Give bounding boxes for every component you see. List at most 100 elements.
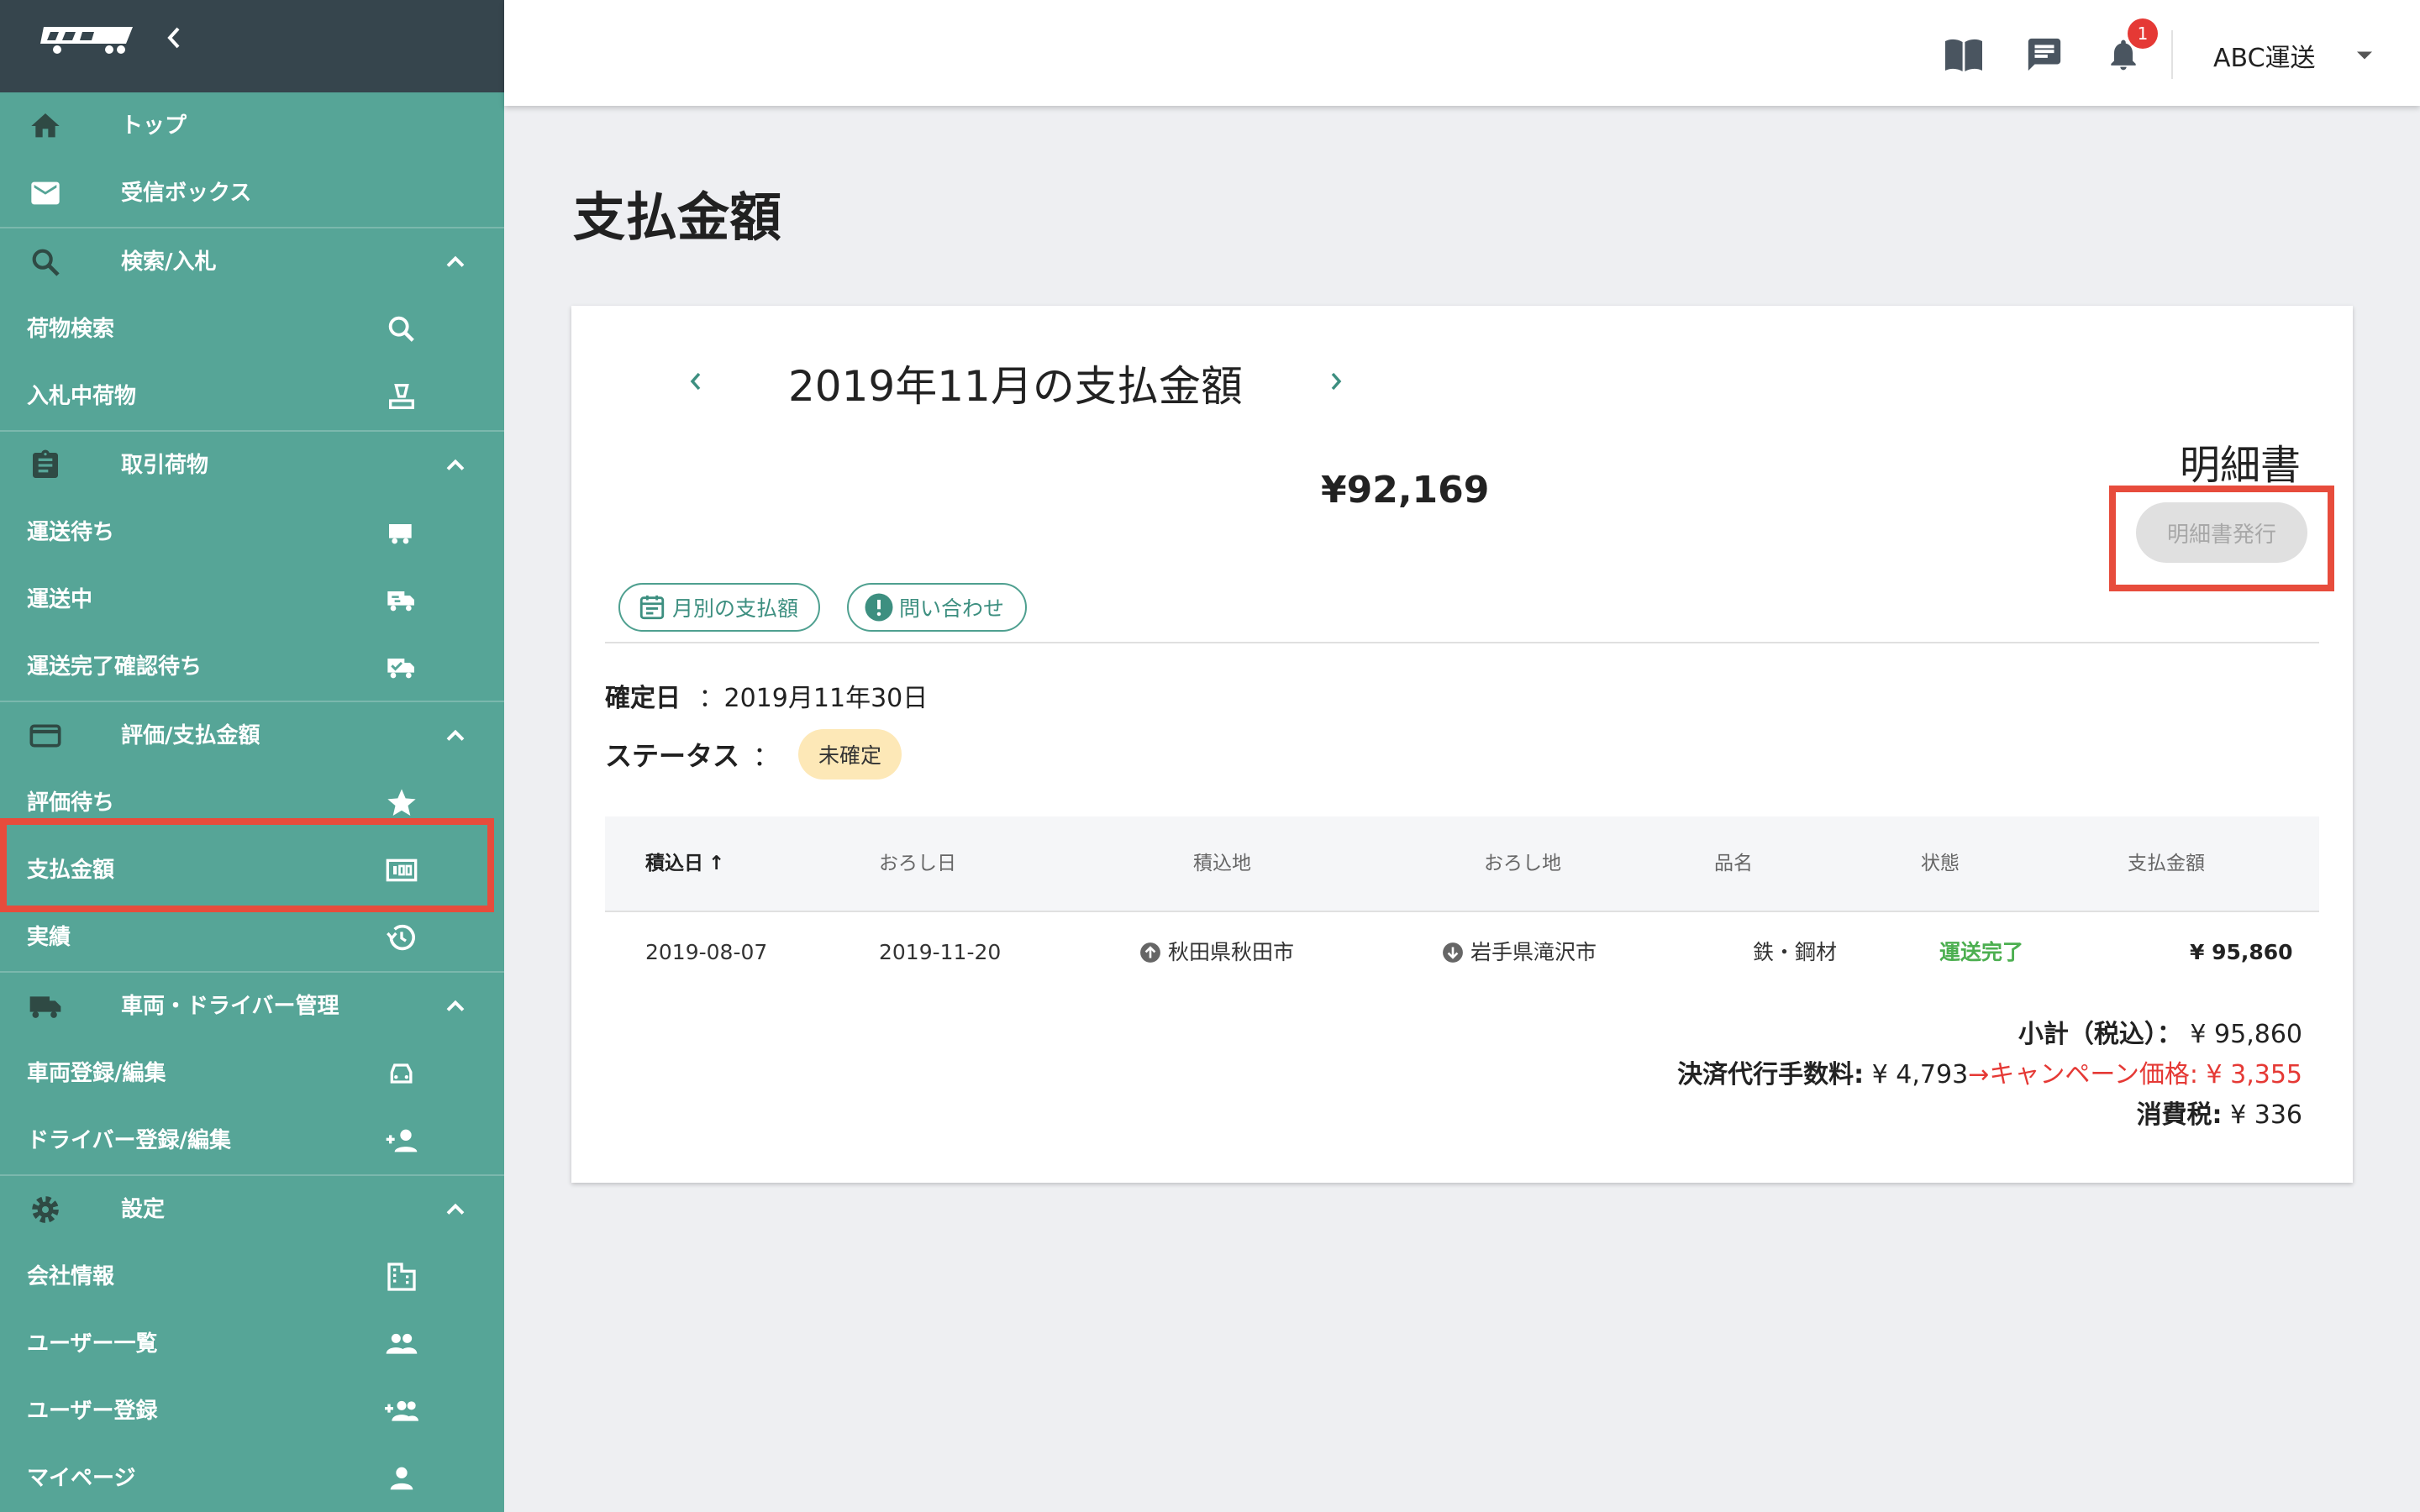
tax-value: ¥ 336 [2230,1100,2302,1130]
sidebar-group-trade-cargo[interactable]: 取引荷物 [0,432,504,499]
sidebar-item-awaiting-transport[interactable]: 運送待ち [0,499,504,566]
status-label: ステータス [605,740,740,772]
sidebar-group-settings[interactable]: 設定 [0,1176,504,1243]
subtotal-value: ¥ 95,860 [2190,1020,2302,1049]
tax-label: 消費税: [2136,1100,2223,1130]
chevron-left-icon [690,372,701,391]
sidebar-item-my-page[interactable]: マイページ [0,1445,504,1512]
sidebar-item-company-info[interactable]: 会社情報 [0,1243,504,1310]
clipboard-icon [33,449,58,478]
column-header-load-date[interactable]: 積込日 ↑ [645,816,724,911]
next-month-button[interactable] [1318,363,1355,400]
sidebar-item-label: 実績 [27,925,71,950]
sidebar-item-in-transit[interactable]: 運送中 [0,566,504,633]
sidebar-item-label: マイページ [27,1466,136,1491]
monthly-payments-chip[interactable]: 月別の支払額 [618,583,820,632]
sidebar-item-label: 運送完了確認待ち [27,654,203,680]
sidebar-item-awaiting-evaluation[interactable]: 評価待ち [0,769,504,837]
table-header: 積込日 ↑ おろし日 積込地 おろし地 品名 状態 支払金額 [605,816,2319,912]
truck-icon [389,524,412,544]
caret-down-icon[interactable] [2349,40,2380,71]
company-name[interactable]: ABC運送 [2213,37,2316,74]
sidebar-item-label: 入札中荷物 [27,384,137,409]
sidebar-item-cargo-search[interactable]: 荷物検索 [0,296,504,363]
sidebar-item-label: 運送中 [27,587,93,612]
cell-unload-date: 2019-11-20 [879,940,1002,964]
star-icon [387,789,416,816]
column-header-state[interactable]: 状態 [1921,816,1960,911]
search-icon [388,316,414,342]
cell-amount: ¥ 95,860 [2190,940,2293,964]
sidebar-item-history[interactable]: 実績 [0,904,504,971]
subtotal-row: 小計（税込）： ¥ 95,860 [2018,1013,2302,1050]
statement-button-highlight [2109,486,2334,591]
sidebar-item-top[interactable]: トップ [0,92,504,160]
cell-item: 鉄・鋼材 [1753,940,1838,964]
sidebar-group-vehicle-driver[interactable]: 車両・ドライバー管理 [0,973,504,1040]
manual-button[interactable] [1941,32,1986,77]
sidebar-item-label: ユーザー登録 [27,1399,158,1424]
statement-label: 明細書 [2180,442,2302,489]
column-header-unload-place[interactable]: おろし地 [1484,816,1561,911]
sidebar-header [0,0,504,92]
sidebar-item-user-list[interactable]: ユーザー一覧 [0,1310,504,1378]
sidebar-group-search-bid[interactable]: 検索/入札 [0,228,504,296]
topbar: 1 ABC運送 [504,0,2420,106]
messages-button[interactable] [2022,32,2067,77]
group-icon [386,1333,418,1354]
sidebar-item-payment-amount[interactable]: 支払金額 [0,837,504,904]
confirm-date-label: 確定日 [605,684,681,713]
campaign-price: →キャンペーン価格: ¥ 3,355 [1968,1060,2302,1089]
truck-check-icon [387,659,414,679]
column-header-load-place[interactable]: 積込地 [1193,816,1251,911]
cell-unload-place: 岩手県滝沢市 [1442,912,1597,993]
prev-month-button[interactable] [677,363,714,400]
fee-row: 決済代行手数料: ¥ 4,793→キャンペーン価格: ¥ 3,355 [1677,1053,2302,1090]
sidebar-item-bidding-cargo[interactable]: 入札中荷物 [0,363,504,430]
total-amount: ¥92,169 [1321,469,1490,512]
sidebar-item-label: 運送待ち [27,520,115,545]
inquiry-chip[interactable]: 問い合わせ [847,583,1027,632]
chevron-up-icon[interactable] [439,247,472,277]
payment-card: 2019年11月の支払金額 ¥92,169 明細書 明細書発行 月別の支払額 問… [571,306,2353,1183]
chevron-left-icon [167,27,180,49]
column-header-unload-date[interactable]: おろし日 [879,816,956,911]
book-icon [1945,39,1982,71]
sidebar-item-vehicle-edit[interactable]: 車両登録/編集 [0,1040,504,1107]
sidebar-item-user-register[interactable]: ユーザー登録 [0,1378,504,1445]
confirm-date-row: 確定日 ：2019月11年30日 [605,677,928,714]
cell-load-place: 秋田県秋田市 [1139,912,1294,993]
sort-arrow-icon: ↑ [708,853,725,874]
section-divider [605,642,2319,643]
column-header-item[interactable]: 品名 [1714,816,1753,911]
fee-value: ¥ 4,793 [1871,1060,1969,1089]
sidebar-item-label: 荷物検索 [27,317,115,342]
gavel-icon [389,384,414,409]
search-icon [32,249,60,276]
arrow-up-circle-icon [1140,942,1160,963]
cell-load-date: 2019-08-07 [645,940,768,964]
sidebar-item-driver-edit[interactable]: ドライバー登録/編集 [0,1107,504,1174]
sidebar-group-evaluation-payment[interactable]: 評価/支払金額 [0,702,504,769]
subtotal-label: 小計（税込）： [2018,1020,2182,1049]
chip-label: 月別の支払額 [672,596,799,621]
message-icon [2028,38,2061,71]
column-header-amount[interactable]: 支払金額 [2128,816,2205,911]
sidebar-item-inbox[interactable]: 受信ボックス [0,160,504,227]
sidebar-item-awaiting-completion[interactable]: 運送完了確認待ち [0,633,504,701]
sidebar-item-label: 評価待ち [27,790,115,816]
group-add-icon [385,1400,418,1421]
calendar-icon [639,595,665,620]
chevron-up-icon[interactable] [439,721,472,751]
sidebar-item-label: 支払金額 [27,858,115,883]
mail-icon [31,181,60,205]
chevron-up-icon[interactable] [439,450,472,480]
sidebar-item-label: ドライバー登録/編集 [27,1128,231,1153]
table-row[interactable]: 2019-08-07 2019-11-20 秋田県秋田市 岩手県滝沢市 鉄・鋼材… [605,912,2319,993]
chevron-up-icon[interactable] [439,991,472,1021]
sidebar-group-label: 取引荷物 [121,453,209,478]
chevron-up-icon[interactable] [439,1194,472,1225]
sidebar-item-label: 受信ボックス [121,181,252,206]
collapse-sidebar-button[interactable] [160,18,188,57]
confirm-date-value: 2019月11年30日 [723,684,929,713]
